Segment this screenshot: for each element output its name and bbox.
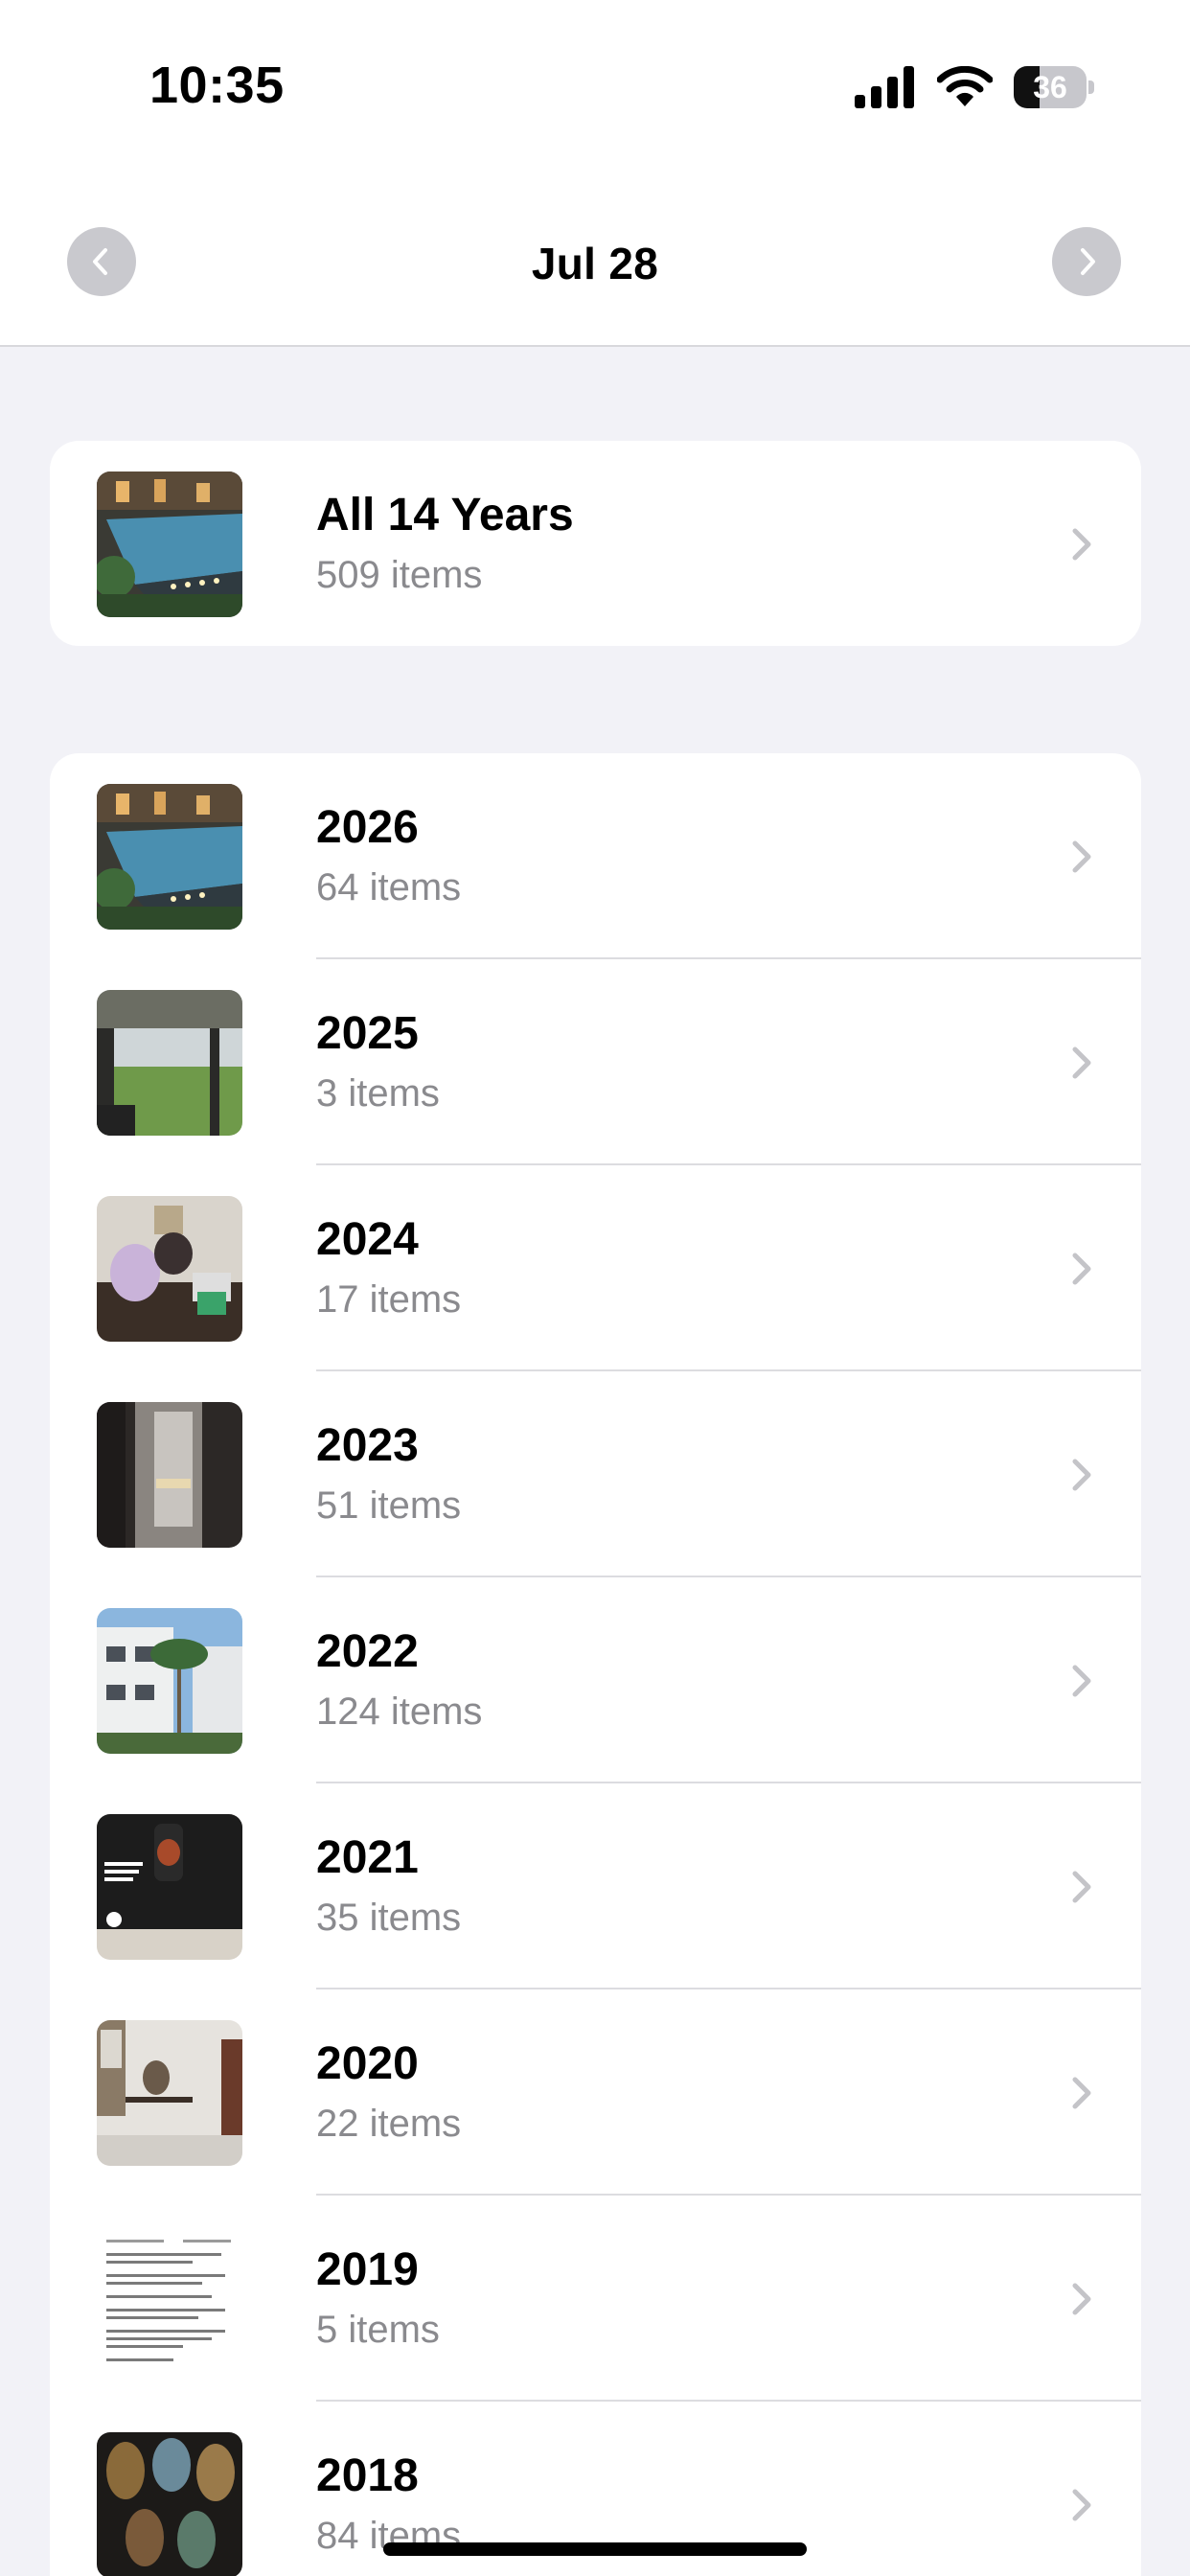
year-count: 3 items — [316, 1072, 440, 1115]
year-count: 17 items — [316, 1278, 462, 1321]
chevron-right-icon — [1072, 2077, 1091, 2109]
page-title: Jul 28 — [531, 239, 659, 288]
year-row-2019[interactable]: 2019 5 items — [50, 2196, 1141, 2402]
year-row-2026[interactable]: 2026 64 items — [50, 753, 1141, 959]
battery-level: 36 — [1033, 69, 1067, 104]
navigation-bar: Jul 28 — [0, 182, 1190, 347]
year-row-2023[interactable]: 2023 51 items — [50, 1371, 1141, 1577]
year-title: 2025 — [316, 1008, 419, 1059]
year-title: 2023 — [316, 1420, 419, 1471]
year-count: 35 items — [316, 1897, 462, 1939]
next-day-button[interactable] — [1052, 227, 1121, 296]
year-count: 124 items — [316, 1690, 483, 1733]
all-years-title: All 14 Years — [316, 490, 574, 540]
thumbnail-image — [97, 2020, 242, 2166]
chevron-right-icon — [1072, 840, 1091, 873]
chevron-right-icon — [1072, 2283, 1091, 2315]
years-list-card: 2026 64 items 2025 3 items 2024 17 items… — [50, 753, 1141, 2576]
status-time: 10:35 — [149, 57, 285, 114]
year-title: 2026 — [316, 802, 419, 853]
thumbnail-image — [97, 2226, 242, 2372]
signal-icon — [855, 66, 914, 108]
thumbnail-image — [97, 1608, 242, 1754]
all-years-count: 509 items — [316, 554, 483, 596]
year-count: 51 items — [316, 1484, 462, 1527]
thumbnail-image — [97, 472, 242, 617]
chevron-right-icon — [1081, 248, 1095, 275]
status-bar: 10:35 36 — [0, 0, 1190, 182]
wifi-icon — [937, 66, 993, 106]
battery-icon: 36 — [1014, 66, 1094, 108]
year-title: 2021 — [316, 1832, 419, 1883]
year-title: 2024 — [316, 1214, 419, 1265]
year-row-2025[interactable]: 2025 3 items — [50, 959, 1141, 1165]
thumbnail-image — [97, 1814, 242, 1960]
thumbnail-image — [97, 2432, 242, 2576]
year-title: 2022 — [316, 1626, 419, 1677]
chevron-right-icon — [1072, 1046, 1091, 1079]
thumbnail-image — [97, 1196, 242, 1342]
thumbnail-image — [97, 1402, 242, 1548]
year-count: 5 items — [316, 2309, 440, 2351]
chevron-right-icon — [1072, 1665, 1091, 1697]
all-years-card: All 14 Years 509 items — [50, 441, 1141, 646]
resort-pool-thumbnail — [97, 472, 242, 617]
year-title: 2018 — [316, 2450, 419, 2501]
year-row-2024[interactable]: 2024 17 items — [50, 1165, 1141, 1371]
chevron-right-icon — [1072, 1871, 1091, 1903]
status-icons: 36 — [855, 63, 1094, 111]
year-row-2022[interactable]: 2022 124 items — [50, 1577, 1141, 1783]
chevron-right-icon — [1072, 1459, 1091, 1491]
all-years-row[interactable]: All 14 Years 509 items — [50, 441, 1141, 646]
chevron-right-icon — [1072, 528, 1091, 561]
year-row-2020[interactable]: 2020 22 items — [50, 1990, 1141, 2196]
thumbnail-image — [97, 990, 242, 1136]
year-title: 2019 — [316, 2244, 419, 2295]
chevron-right-icon — [1072, 2489, 1091, 2521]
chevron-right-icon — [1072, 1253, 1091, 1285]
year-count: 22 items — [316, 2103, 462, 2145]
year-count: 64 items — [316, 866, 462, 908]
year-title: 2020 — [316, 2038, 419, 2089]
year-row-2021[interactable]: 2021 35 items — [50, 1783, 1141, 1990]
thumbnail-image — [97, 784, 242, 930]
home-indicator[interactable] — [383, 2542, 807, 2556]
